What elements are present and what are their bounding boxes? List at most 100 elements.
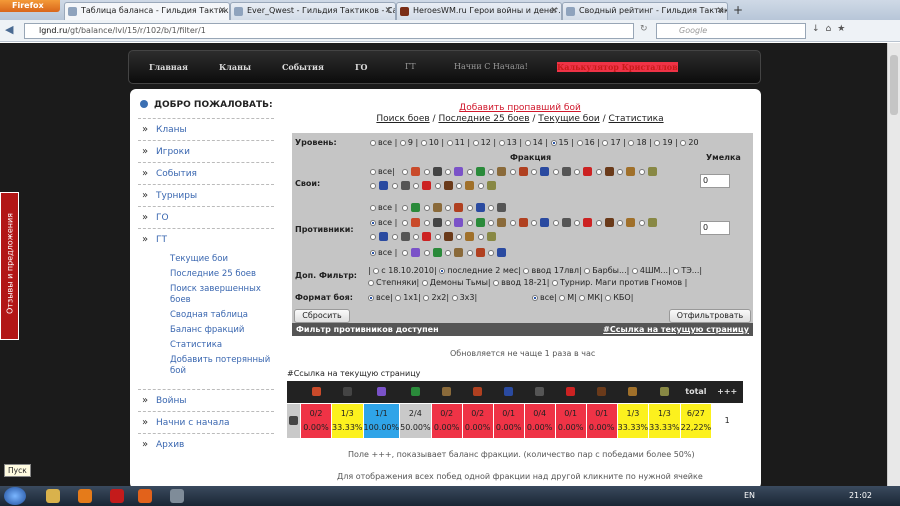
sidebar-item-tournaments[interactable]: Турниры — [138, 184, 274, 207]
radio-icon[interactable] — [434, 182, 441, 189]
sidebar-sub-current-battles[interactable]: Текущие бои — [138, 254, 274, 265]
radio-icon[interactable] — [523, 267, 530, 274]
level-option-10[interactable]: 10 | — [420, 138, 447, 147]
sidebar-item-archive[interactable]: Архив — [138, 433, 274, 456]
url-bar[interactable]: lgnd.ru/gt/balance/lvl/15/r/102/b/1/filt… — [24, 23, 634, 39]
nav-start-over[interactable]: Начни С Начала! — [454, 62, 528, 71]
nav-clans[interactable]: Кланы — [219, 62, 251, 72]
radio-icon[interactable] — [631, 267, 638, 274]
balance-cell[interactable]: 0/1 0.00% — [492, 402, 525, 439]
radio-icon[interactable] — [617, 168, 624, 175]
radio-icon[interactable] — [368, 279, 374, 286]
sidebar-item-events[interactable]: События — [138, 162, 274, 185]
close-tab-icon[interactable]: ✕ — [384, 3, 392, 19]
radio-icon[interactable] — [574, 168, 581, 175]
link-stats[interactable]: Статистика — [608, 114, 663, 124]
radio-icon[interactable] — [402, 168, 408, 175]
balance-cell[interactable]: 1/3 33.33% — [331, 402, 364, 439]
new-tab-button[interactable]: + — [731, 3, 745, 18]
radio-icon[interactable] — [391, 182, 398, 189]
radio-icon[interactable] — [595, 168, 602, 175]
radio-icon[interactable] — [370, 182, 376, 189]
radio-icon[interactable] — [584, 267, 591, 274]
sidebar-sub-stats[interactable]: Статистика — [138, 340, 274, 351]
link-current[interactable]: Текущие бои — [538, 114, 599, 124]
sidebar-item-wars[interactable]: Войны — [138, 389, 274, 412]
radio-icon[interactable] — [368, 294, 374, 301]
sidebar-item-players[interactable]: Игроки — [138, 140, 274, 163]
reset-button[interactable]: Сбросить — [294, 309, 350, 323]
close-tab-icon[interactable]: ✕ — [716, 3, 724, 19]
level-option-20[interactable]: 20 — [680, 138, 699, 147]
radio-icon[interactable] — [466, 219, 473, 226]
level-option-17[interactable]: 17 | — [602, 138, 628, 147]
sidebar-item-clans[interactable]: Кланы — [138, 118, 274, 141]
radio-icon[interactable] — [466, 249, 473, 256]
opp-all-option-top[interactable]: все | — [370, 203, 397, 212]
balance-cell[interactable]: 0/2 0.00% — [300, 402, 332, 439]
radio-icon[interactable] — [552, 219, 559, 226]
radio-icon[interactable] — [445, 249, 452, 256]
radio-icon[interactable] — [531, 219, 538, 226]
level-option-13[interactable]: 13 | — [498, 138, 525, 147]
balance-cell[interactable]: 1/3 33.33% — [616, 402, 650, 439]
radio-icon[interactable] — [456, 233, 463, 240]
sidebar-sub-last-25[interactable]: Последние 25 боев — [138, 269, 274, 280]
radio-icon[interactable] — [509, 219, 516, 226]
opp-all-option[interactable]: все | — [370, 218, 397, 227]
page-link[interactable]: #Ссылка на текущую страницу — [287, 369, 420, 378]
balance-cell[interactable]: 0/2 0.00% — [430, 402, 463, 439]
tab-rating[interactable]: Сводный рейтинг - Гильдия Тактик... ✕ — [562, 2, 728, 20]
radio-icon[interactable] — [413, 233, 420, 240]
radio-icon[interactable] — [445, 204, 452, 211]
radio-icon[interactable] — [456, 182, 463, 189]
vertical-scrollbar[interactable] — [887, 43, 900, 486]
feedback-tab[interactable]: Отзывы и предложения — [0, 192, 19, 340]
radio-icon[interactable] — [477, 233, 484, 240]
radio-icon[interactable] — [579, 294, 586, 301]
radio-icon[interactable] — [488, 219, 495, 226]
sidebar-item-gt[interactable]: ГТ — [138, 228, 274, 251]
opp-skill-input[interactable]: 0 — [700, 221, 730, 235]
level-option-9[interactable]: 9 | — [399, 138, 421, 147]
nav-crystal-calc[interactable]: Калькулятор Кристаллов — [557, 62, 678, 72]
search-input[interactable]: Google — [656, 23, 806, 39]
firefox-icon[interactable] — [138, 489, 152, 503]
sidebar-item-start-over[interactable]: Начни с начала — [138, 411, 274, 434]
radio-icon[interactable] — [402, 204, 408, 211]
balance-cell[interactable]: 0/4 0.00% — [523, 402, 556, 439]
radio-icon[interactable] — [493, 279, 500, 286]
sidebar-sub-add-lost[interactable]: Добавить потерянный бой — [138, 355, 274, 377]
radio-icon[interactable] — [531, 168, 538, 175]
folder-icon[interactable] — [170, 489, 184, 503]
radio-icon[interactable] — [423, 168, 430, 175]
own-all-option[interactable]: все| — [370, 167, 395, 176]
reload-icon[interactable]: ↻ — [640, 24, 648, 34]
nav-events[interactable]: События — [282, 62, 324, 72]
radio-icon[interactable] — [639, 168, 646, 175]
radio-icon[interactable] — [423, 204, 430, 211]
level-option-12[interactable]: 12 | — [472, 138, 499, 147]
radio-icon[interactable] — [673, 267, 680, 274]
radio-icon[interactable] — [639, 219, 646, 226]
radio-icon[interactable] — [413, 182, 420, 189]
opera-icon[interactable] — [110, 489, 124, 503]
radio-icon[interactable] — [477, 182, 484, 189]
radio-icon[interactable] — [439, 267, 446, 274]
level-option-15[interactable]: 15 | — [550, 138, 577, 147]
radio-icon[interactable] — [391, 233, 398, 240]
close-tab-icon[interactable]: ✕ — [550, 3, 558, 19]
radio-icon[interactable] — [445, 219, 452, 226]
level-option-19[interactable]: 19 | — [654, 138, 680, 147]
radio-icon[interactable] — [605, 294, 612, 301]
radio-icon[interactable] — [445, 168, 452, 175]
radio-icon[interactable] — [488, 168, 495, 175]
balance-cell[interactable]: 1/1 100.00% — [362, 402, 401, 439]
radio-icon[interactable] — [421, 279, 428, 286]
explorer-icon[interactable] — [46, 489, 60, 503]
home-icon[interactable]: ⌂ — [826, 24, 838, 34]
sidebar-sub-balance[interactable]: Баланс фракций — [138, 325, 274, 336]
sidebar-sub-search[interactable]: Поиск завершенных боев — [138, 284, 274, 306]
nav-gt[interactable]: ГТ — [405, 62, 416, 71]
link-search[interactable]: Поиск боев — [376, 114, 429, 124]
